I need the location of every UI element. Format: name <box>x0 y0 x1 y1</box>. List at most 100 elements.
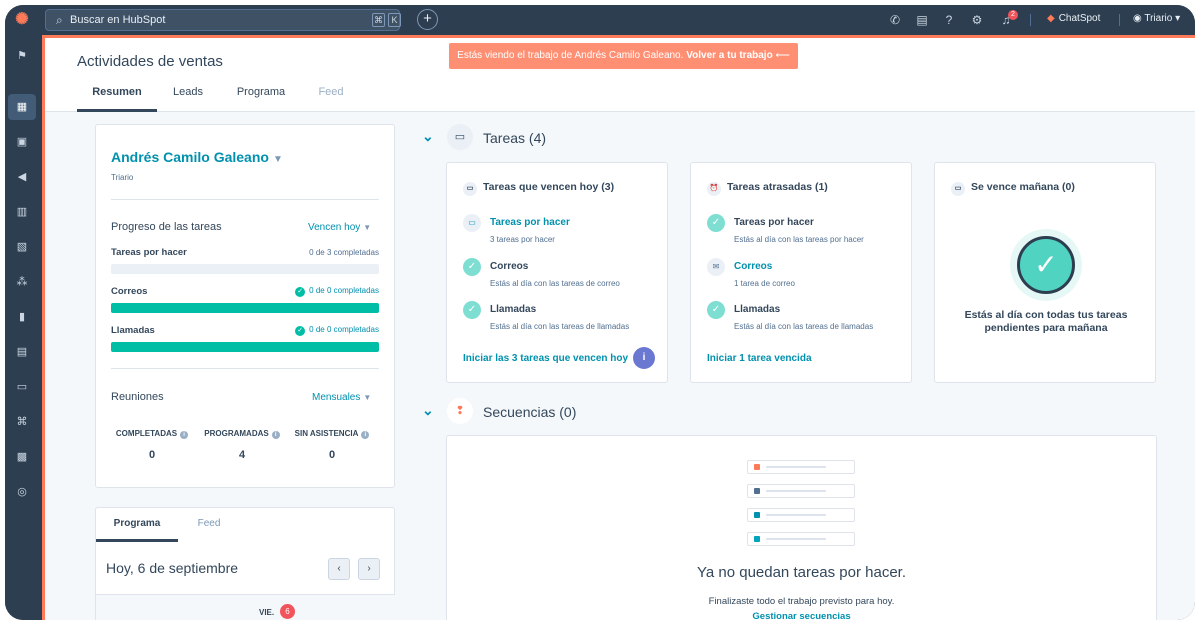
help-icon[interactable]: ? <box>941 12 957 28</box>
tab-feed[interactable]: Feed <box>305 78 357 112</box>
task-type-link[interactable]: Correos <box>734 261 772 272</box>
commerce-icon[interactable]: ▧ <box>8 234 36 260</box>
create-plus-button[interactable]: + <box>417 9 438 30</box>
all-done-check-icon: ✓ <box>1010 229 1082 301</box>
marketing-megaphone-icon[interactable]: ◀ <box>8 164 36 190</box>
task-type-title: Llamadas <box>734 304 781 315</box>
search-placeholder: Buscar en HubSpot <box>70 14 166 26</box>
due-tomorrow-card: ▭ Se vence mañana (0) ✓ Estás al día con … <box>934 162 1156 383</box>
settings-icon[interactable]: ◎ <box>8 479 36 505</box>
illustration-line <box>766 514 826 516</box>
chevron-down-icon[interactable]: ⌄ <box>422 128 434 145</box>
chevron-down-icon[interactable]: ⌄ <box>422 402 434 419</box>
previous-day-button[interactable]: ‹ <box>328 558 350 580</box>
progress-bar <box>111 342 379 352</box>
viewing-as-banner: Estás viendo el trabajo de Andrés Camilo… <box>449 43 798 69</box>
settings-gear-icon[interactable]: ⚙ <box>969 12 985 28</box>
empty-sequence-illustration <box>747 460 857 550</box>
card-title-text: Tareas que vencen hoy (3) <box>483 181 615 193</box>
top-navigation-bar: ✺ ⌕ Buscar en HubSpot ⌘ K + ✆ ▤ ? ⚙ ♫ 2 … <box>5 5 1195 35</box>
task-type-title: Correos <box>490 261 529 272</box>
overdue-tasks-card: ⏰ Tareas atrasadas (1) ✓ Tareas por hacer… <box>690 162 912 383</box>
meeting-stat-value: 0 <box>328 449 336 461</box>
task-type-sub: Estás al día con las tareas de llamadas <box>734 322 874 331</box>
notification-badge: 2 <box>1008 10 1018 20</box>
progress-filter-dropdown[interactable]: Vencen hoy ▼ <box>308 222 371 233</box>
meetings-filter-dropdown[interactable]: Mensuales ▼ <box>312 392 371 403</box>
card-title-text: Se vence mañana (0) <box>971 181 1075 193</box>
progress-title: Progreso de las tareas <box>111 221 222 233</box>
illustration-dot <box>754 488 760 494</box>
arrow-left-icon: ⟵ <box>775 50 790 61</box>
divider <box>111 199 379 200</box>
progress-bar-fill <box>111 303 379 313</box>
progress-row-label: Correos <box>111 286 148 297</box>
chatspot-icon: ◆ <box>1047 13 1055 24</box>
data-database-icon[interactable]: ▤ <box>8 339 36 365</box>
all-done-text: Estás al día con todas tus tareas pendie… <box>964 309 1128 334</box>
progress-row-status-text: 0 de 0 completadas <box>309 286 379 295</box>
task-type-sub: Estás al día con las tareas de llamadas <box>490 322 630 331</box>
development-icon[interactable]: ⌘ <box>8 409 36 435</box>
account-name: Triario <box>1144 13 1173 24</box>
calendar-tab-feed[interactable]: Feed <box>178 508 240 542</box>
task-type-link[interactable]: Tareas por hacer <box>490 217 570 228</box>
workflows-icon[interactable]: ⁂ <box>8 269 36 295</box>
start-overdue-task-link[interactable]: Iniciar 1 tarea vencida <box>707 353 812 364</box>
phone-icon[interactable]: ✆ <box>887 12 903 28</box>
progress-bar <box>111 264 379 274</box>
calendar-icon: ▭ <box>951 182 965 196</box>
next-day-button[interactable]: › <box>358 558 380 580</box>
card-title: ⏰ Tareas atrasadas (1) <box>707 181 828 196</box>
tab-resumen[interactable]: Resumen <box>77 78 157 112</box>
app-window: ✺ ⌕ Buscar en HubSpot ⌘ K + ✆ ▤ ? ⚙ ♫ 2 … <box>5 5 1195 620</box>
task-type-sub: Estás al día con las tareas de correo <box>490 279 620 288</box>
page-header: Actividades de ventas Estás viendo el tr… <box>45 38 1195 112</box>
sequences-section-title: Secuencias (0) <box>483 404 577 420</box>
return-to-own-work-link[interactable]: Volver a tu trabajo <box>686 50 773 61</box>
progress-bar-fill <box>111 342 379 352</box>
calendar-tab-programa[interactable]: Programa <box>96 508 178 542</box>
start-due-today-tasks-link[interactable]: Iniciar las 3 tareas que vencen hoy <box>463 353 628 364</box>
illustration-row <box>747 508 855 522</box>
task-type-title: Tareas por hacer <box>734 217 814 228</box>
library-folder-icon[interactable]: ▭ <box>8 374 36 400</box>
illustration-row <box>747 532 855 546</box>
task-type-sub: Estás al día con las tareas por hacer <box>734 235 864 244</box>
reports-chart-icon[interactable]: ▮ <box>8 304 36 330</box>
calendar-day-header: VIE. 6 <box>96 594 395 620</box>
tab-leads[interactable]: Leads <box>157 78 219 112</box>
meetings-filter-label: Mensuales <box>312 392 361 403</box>
info-icon[interactable]: i <box>633 347 655 369</box>
info-icon[interactable]: i <box>361 431 370 439</box>
hubspot-logo-icon[interactable]: ✺ <box>13 11 31 29</box>
chatspot-button[interactable]: ◆ ChatSpot <box>1047 13 1100 24</box>
tab-programa[interactable]: Programa <box>227 78 295 112</box>
bookmark-icon[interactable]: ⚑ <box>8 43 36 69</box>
dashboard-grid-icon[interactable]: ▦ <box>8 94 36 120</box>
illustration-line <box>766 538 826 540</box>
info-icon[interactable]: i <box>271 431 280 439</box>
calendar-day-number: 6 <box>280 604 295 619</box>
owner-selector[interactable]: Andrés Camilo Galeano ▼ <box>111 149 283 165</box>
progress-row-status-text: 0 de 0 completadas <box>309 325 379 334</box>
marketplace-store-icon[interactable]: ▩ <box>8 444 36 470</box>
meeting-stat-label: SIN ASISTENCIA i <box>284 429 380 439</box>
contacts-icon[interactable]: ▣ <box>8 129 36 155</box>
manage-sequences-link[interactable]: Gestionar secuencias <box>447 611 1156 620</box>
banner-text: Estás viendo el trabajo de Andrés Camilo… <box>457 50 684 61</box>
progress-bar <box>111 303 379 313</box>
meeting-stat-label-text: COMPLETADAS <box>115 429 178 438</box>
info-icon[interactable]: i <box>180 431 189 439</box>
empty-state-subtitle: Finalizaste todo el trabajo previsto par… <box>708 596 895 607</box>
meeting-stat-label: COMPLETADAS i <box>106 429 198 439</box>
marketplace-icon[interactable]: ▤ <box>914 12 930 28</box>
sequences-card: Ya no quedan tareas por hacer. Finalizas… <box>446 435 1157 620</box>
topbar-divider <box>1030 14 1031 26</box>
meeting-stat-label: PROGRAMADAS i <box>196 429 288 439</box>
illustration-dot <box>754 512 760 518</box>
content-icon[interactable]: ▥ <box>8 199 36 225</box>
sequences-icon: ❢ <box>447 398 473 424</box>
account-menu[interactable]: ◉ Triario ▾ <box>1133 13 1180 24</box>
search-input[interactable]: ⌕ Buscar en HubSpot ⌘ K <box>45 9 401 31</box>
